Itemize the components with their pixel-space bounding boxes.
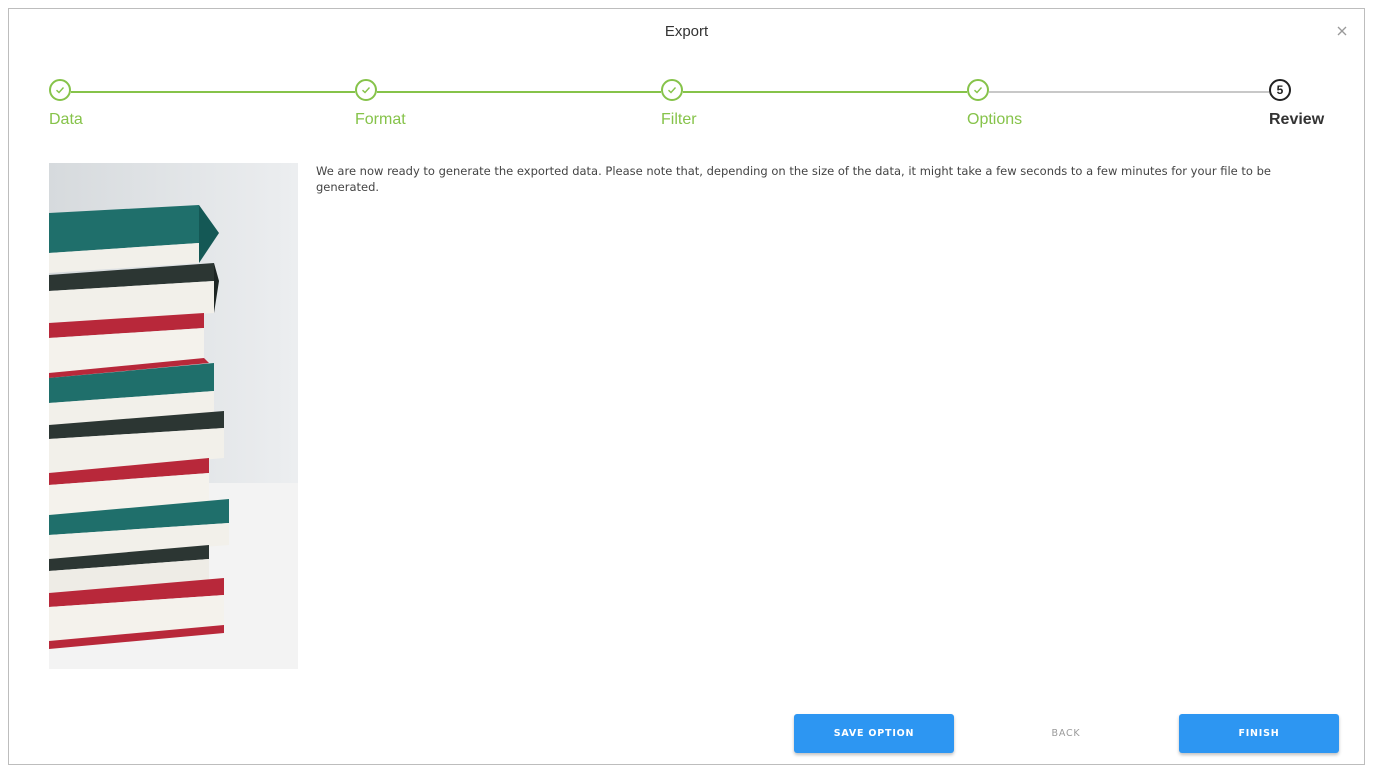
finish-button[interactable]: FINISH [1179, 714, 1339, 753]
step-review[interactable]: 5 Review [1269, 79, 1324, 128]
step-label: Format [355, 111, 406, 128]
step-label: Data [49, 111, 83, 128]
step-connector [377, 91, 661, 93]
step-data[interactable]: Data [49, 79, 83, 128]
export-ready-message: We are now ready to generate the exporte… [316, 164, 1271, 194]
step-connector [71, 91, 355, 93]
step-options[interactable]: Options [967, 79, 1022, 128]
check-icon [661, 79, 683, 101]
step-label: Review [1269, 111, 1325, 128]
save-option-button[interactable]: SAVE OPTION [794, 714, 954, 753]
dialog-title: Export [664, 23, 709, 40]
step-label: Filter [661, 111, 697, 128]
check-icon [49, 79, 71, 101]
step-number-badge: 5 [1269, 79, 1291, 101]
step-connector [683, 91, 967, 93]
export-stepper: Data Format Filter Options 5 Review [49, 79, 1325, 139]
check-icon [355, 79, 377, 101]
back-button[interactable]: BACK [1026, 714, 1106, 753]
check-icon [967, 79, 989, 101]
step-connector [989, 91, 1269, 93]
step-format[interactable]: Format [355, 79, 406, 128]
book-stack-image [49, 163, 298, 669]
export-dialog: Export Data Format Filter Options 5 Revi… [8, 8, 1365, 765]
step-label: Options [967, 111, 1023, 128]
close-icon[interactable] [1334, 23, 1350, 39]
step-filter[interactable]: Filter [661, 79, 697, 128]
